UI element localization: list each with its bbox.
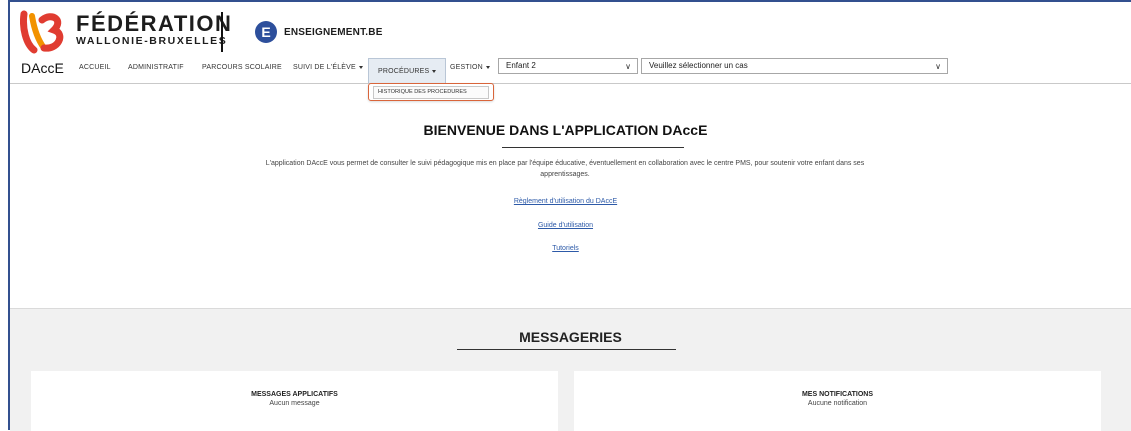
nav-accueil[interactable]: ACCUEIL bbox=[79, 64, 111, 71]
case-select[interactable]: Veuillez sélectionner un cas ∨ bbox=[641, 58, 948, 74]
nav-accueil-label: ACCUEIL bbox=[79, 64, 111, 71]
main-nav: DAccE ACCUEIL ADMINISTRATIF PARCOURS SCO… bbox=[10, 56, 1131, 84]
chevron-down-icon bbox=[485, 65, 490, 69]
nav-administratif-label: ADMINISTRATIF bbox=[128, 64, 184, 71]
header: FÉDÉRATION WALLONIE-BRUXELLES E ENSEIGNE… bbox=[10, 2, 1131, 58]
enseignement-link[interactable]: ENSEIGNEMENT.BE bbox=[284, 27, 383, 38]
app-name[interactable]: DAccE bbox=[21, 60, 64, 76]
menu-item-historique-procedures[interactable]: HISTORIQUE DES PROCEDURES bbox=[373, 86, 489, 99]
logo-line2: WALLONIE-BRUXELLES bbox=[76, 35, 228, 47]
link-guide-utilisation[interactable]: Guide d'utilisation bbox=[0, 222, 1131, 229]
card-empty-text: Aucune notification bbox=[807, 400, 868, 407]
messageries-title: MESSAGERIES bbox=[519, 329, 622, 345]
mes-notifications-card: MES NOTIFICATIONS Aucune notification bbox=[574, 371, 1101, 431]
logo-line1: FÉDÉRATION bbox=[76, 11, 233, 36]
welcome-description-line2: apprentissages. bbox=[540, 171, 590, 178]
case-select-value: Veuillez sélectionner un cas bbox=[649, 61, 748, 70]
enseignement-logo-icon[interactable]: E bbox=[255, 21, 277, 43]
welcome-divider bbox=[502, 147, 684, 148]
nav-gestion[interactable]: GESTION bbox=[450, 64, 490, 71]
messageries-section: MESSAGERIES MESSAGES APPLICATIFS Aucun m… bbox=[10, 308, 1131, 431]
card-title: MESSAGES APPLICATIFS bbox=[251, 391, 338, 398]
federation-logo-text: FÉDÉRATION WALLONIE-BRUXELLES bbox=[76, 11, 233, 48]
link-reglement[interactable]: Règlement d'utilisation du DAccE bbox=[0, 198, 1131, 205]
chevron-down-icon bbox=[432, 69, 437, 73]
card-title: MES NOTIFICATIONS bbox=[801, 391, 874, 398]
welcome-description: L'application DAccE vous permet de consu… bbox=[185, 158, 945, 180]
link-tutoriels[interactable]: Tutoriels bbox=[0, 245, 1131, 252]
nav-parcours-label: PARCOURS SCOLAIRE bbox=[202, 64, 282, 71]
federation-logo-icon[interactable] bbox=[20, 10, 66, 54]
chevron-down-icon: ∨ bbox=[935, 62, 941, 71]
child-select[interactable]: Enfant 2 ∨ bbox=[498, 58, 638, 74]
nav-gestion-label: GESTION bbox=[450, 64, 483, 71]
procedures-dropdown-menu: HISTORIQUE DES PROCEDURES bbox=[368, 83, 494, 101]
messages-applicatifs-card: MESSAGES APPLICATIFS Aucun message bbox=[31, 371, 558, 431]
nav-suivi-label: SUIVI DE L'ÉLÈVE bbox=[293, 64, 356, 71]
chevron-down-icon bbox=[358, 65, 363, 69]
nav-parcours-scolaire[interactable]: PARCOURS SCOLAIRE bbox=[202, 64, 282, 71]
nav-administratif[interactable]: ADMINISTRATIF bbox=[128, 64, 184, 71]
nav-procedures[interactable]: PROCÉDURES bbox=[368, 58, 447, 83]
nav-suivi-eleve[interactable]: SUIVI DE L'ÉLÈVE bbox=[293, 64, 363, 71]
nav-procedures-label: PROCÉDURES bbox=[378, 68, 430, 75]
welcome-title: BIENVENUE DANS L'APPLICATION DAccE bbox=[423, 122, 708, 138]
messageries-divider bbox=[457, 349, 676, 350]
chevron-down-icon: ∨ bbox=[625, 62, 631, 71]
card-empty-text: Aucun message bbox=[269, 400, 320, 407]
child-select-value: Enfant 2 bbox=[506, 61, 536, 70]
logo-divider bbox=[221, 12, 223, 52]
welcome-description-line1: L'application DAccE vous permet de consu… bbox=[265, 160, 865, 167]
